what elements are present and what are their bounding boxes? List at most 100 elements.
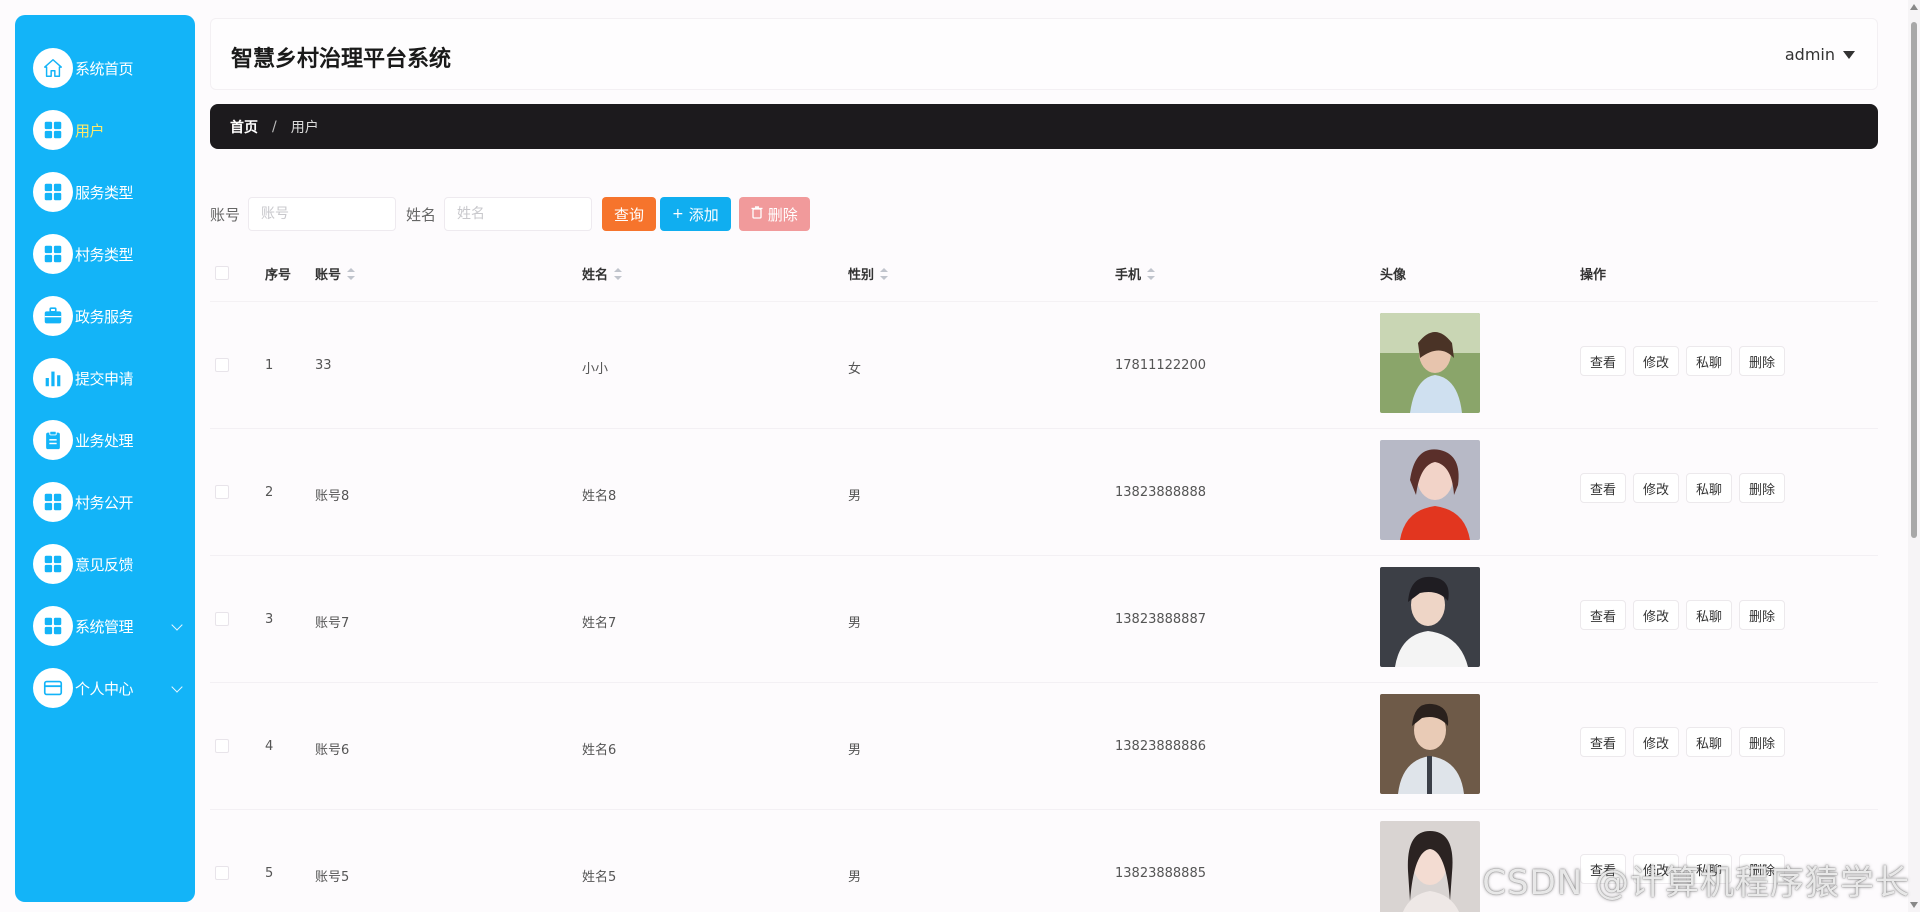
cell-name: 姓名6 [582,743,617,758]
view-button[interactable]: 查看 [1580,727,1627,757]
account-search-input[interactable] [248,197,397,231]
grid-icon [33,482,73,522]
avatar-image[interactable] [1380,567,1480,667]
cell-index: 5 [265,866,274,881]
row-checkbox[interactable] [215,485,229,499]
breadcrumb-separator: / [272,118,277,135]
cell-phone: 13823888885 [1115,866,1206,881]
chat-button[interactable]: 私聊 [1686,346,1733,376]
delete-button-label: 删除 [767,205,798,224]
sidebar-item-label: 业务处理 [75,431,134,450]
delete-row-button[interactable]: 删除 [1739,600,1786,630]
column-actions: 操作 [1580,264,1606,283]
view-button[interactable]: 查看 [1580,473,1627,503]
delete-row-button[interactable]: 删除 [1739,727,1786,757]
column-label: 手机 [1115,268,1142,283]
sidebar-item-submit-application[interactable]: 提交申请 [15,347,195,409]
card-icon [33,668,73,708]
chevron-down-icon [171,681,183,693]
briefcase-icon [33,296,73,336]
query-button[interactable]: 查询 [602,197,657,231]
edit-button[interactable]: 修改 [1633,727,1680,757]
sidebar-item-home[interactable]: 系统首页 [15,37,195,99]
delete-row-button[interactable]: 删除 [1739,346,1786,376]
avatar-image[interactable] [1380,694,1480,794]
top-header: 智慧乡村治理平台系统 admin [210,18,1878,90]
column-label: 操作 [1580,268,1607,283]
cell-name: 姓名7 [582,616,617,631]
batch-delete-button[interactable]: 删除 [738,197,810,231]
row-checkbox[interactable] [215,739,229,753]
breadcrumb-home[interactable]: 首页 [230,117,258,137]
cell-account: 账号8 [315,489,350,504]
bar-chart-icon [33,358,73,398]
column-name[interactable]: 姓名 [582,264,623,283]
sidebar-item-village-affair-types[interactable]: 村务类型 [15,223,195,285]
sidebar-item-users[interactable]: 用户 [15,99,195,161]
row-checkbox[interactable] [215,358,229,372]
sidebar-item-label: 村务类型 [75,245,134,264]
cell-account: 33 [315,358,332,373]
trash-icon [751,205,763,223]
avatar-image[interactable] [1380,440,1480,540]
sort-icon[interactable] [1147,267,1156,280]
name-search-input[interactable] [444,197,593,231]
select-all-checkbox[interactable] [215,266,229,280]
cell-gender: 男 [848,616,862,631]
sidebar-item-business-processing[interactable]: 业务处理 [15,409,195,471]
column-label: 性别 [848,268,875,283]
sort-icon[interactable] [880,267,889,280]
add-button-label: 添加 [688,205,719,224]
chat-button[interactable]: 私聊 [1686,473,1733,503]
delete-row-button[interactable]: 删除 [1739,473,1786,503]
grid-icon [33,544,73,584]
scroll-up-arrow-icon[interactable] [1910,4,1918,10]
cell-index: 2 [265,485,274,500]
sort-icon[interactable] [347,267,356,280]
edit-button[interactable]: 修改 [1633,473,1680,503]
sidebar-item-personal-center[interactable]: 个人中心 [15,657,195,719]
cell-gender: 男 [848,743,862,758]
scrollbar-thumb[interactable] [1911,22,1917,538]
grid-icon [33,172,73,212]
sidebar-item-government-services[interactable]: 政务服务 [15,285,195,347]
sort-icon[interactable] [614,267,623,280]
edit-button[interactable]: 修改 [1633,600,1680,630]
sidebar-item-label: 个人中心 [75,679,134,698]
page-scrollbar[interactable] [1908,0,1920,912]
avatar-image[interactable] [1380,313,1480,413]
home-icon [33,48,73,88]
username: admin [1784,45,1835,64]
column-label: 账号 [315,268,342,283]
sidebar-item-feedback[interactable]: 意见反馈 [15,533,195,595]
sidebar-item-label: 村务公开 [75,493,134,512]
users-table: 序号 账号 姓名 性别 手机 头像 操作 1 33 小小 女 178111222… [210,242,1878,912]
avatar-image[interactable] [1380,821,1480,912]
edit-button[interactable]: 修改 [1633,346,1680,376]
scroll-down-arrow-icon[interactable] [1910,902,1918,908]
table-row: 4 账号6 姓名6 男 13823888886 查看 修改 私聊 删除 [210,683,1878,810]
caret-down-icon [1843,50,1855,59]
column-gender[interactable]: 性别 [848,264,889,283]
sidebar-item-village-affairs-public[interactable]: 村务公开 [15,471,195,533]
row-actions: 查看 修改 私聊 删除 [1580,346,1792,376]
watermark: CSDN @计算机程序猿学长 [1482,863,1910,903]
sidebar-item-label: 用户 [75,121,105,140]
view-button[interactable]: 查看 [1580,600,1627,630]
row-checkbox[interactable] [215,612,229,626]
cell-name: 姓名8 [582,489,617,504]
row-checkbox[interactable] [215,866,229,880]
column-index: 序号 [265,264,291,283]
grid-icon [33,606,73,646]
user-menu[interactable]: admin [1785,45,1855,64]
add-button[interactable]: + 添加 [660,197,731,231]
view-button[interactable]: 查看 [1580,346,1627,376]
column-phone[interactable]: 手机 [1115,264,1156,283]
chat-button[interactable]: 私聊 [1686,600,1733,630]
sidebar-item-system-management[interactable]: 系统管理 [15,595,195,657]
cell-account: 账号7 [315,616,350,631]
sidebar-item-service-types[interactable]: 服务类型 [15,161,195,223]
chat-button[interactable]: 私聊 [1686,727,1733,757]
cell-phone: 13823888886 [1115,739,1206,754]
column-account[interactable]: 账号 [315,264,356,283]
